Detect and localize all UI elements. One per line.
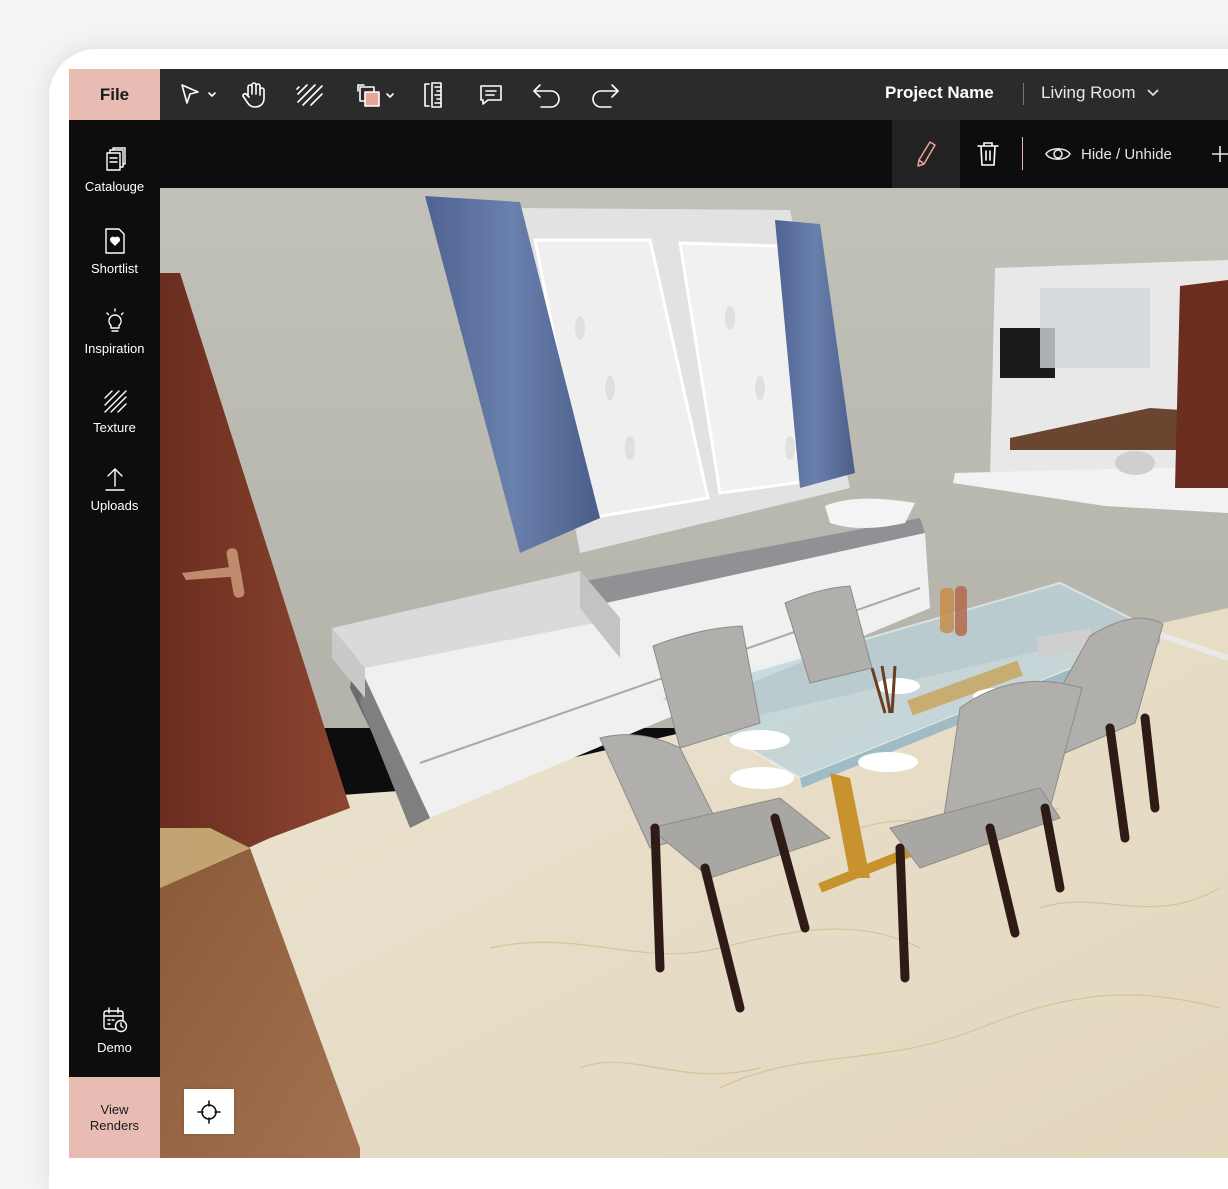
measure-tool-button[interactable] <box>421 79 445 111</box>
sidebar-item-texture[interactable]: Texture <box>69 388 160 435</box>
pan-tool-button[interactable] <box>239 79 269 111</box>
app-screen: File Project Name Living Room Hide / Unh… <box>69 69 1228 1158</box>
3d-viewport[interactable] <box>160 188 1228 1158</box>
calendar-clock-icon <box>102 1007 127 1033</box>
texture-icon <box>296 84 323 106</box>
sidebar-item-demo[interactable]: Demo <box>69 1006 160 1055</box>
sidebar-item-uploads[interactable]: Uploads <box>69 466 160 513</box>
sidebar-item-catalogue[interactable]: Catalouge <box>69 147 160 194</box>
left-sidebar: Catalouge Shortlist Inspiration Texture <box>69 120 160 1158</box>
view-renders-label-line1: View <box>100 1101 129 1117</box>
pencil-icon <box>917 141 936 167</box>
sidebar-item-label: Uploads <box>90 498 139 513</box>
hide-unhide-button[interactable]: Hide / Unhide <box>1045 120 1172 188</box>
texture-icon <box>103 390 127 413</box>
sidebar-item-label: Texture <box>93 420 136 435</box>
recenter-button[interactable] <box>184 1089 234 1134</box>
sidebar-item-label: Catalouge <box>84 179 145 194</box>
sidebar-item-label: Inspiration <box>84 341 145 356</box>
edit-button[interactable] <box>892 120 960 188</box>
room-render <box>160 188 1228 1158</box>
trash-icon <box>977 142 999 166</box>
delete-button[interactable] <box>965 120 1011 188</box>
layers-tool-button[interactable] <box>354 79 398 111</box>
shortlist-icon <box>104 228 125 254</box>
view-renders-button[interactable]: View Renders <box>69 1077 160 1158</box>
add-button[interactable] <box>1211 120 1228 188</box>
view-renders-label-line2: Renders <box>89 1117 140 1133</box>
undo-icon <box>533 84 560 108</box>
select-tool-button[interactable] <box>177 79 217 111</box>
lightbulb-icon <box>105 308 124 332</box>
hide-unhide-label: Hide / Unhide <box>1081 145 1172 163</box>
sidebar-item-inspiration[interactable]: Inspiration <box>69 307 160 356</box>
redo-icon <box>592 84 619 108</box>
divider <box>1022 137 1023 170</box>
eye-icon <box>1045 147 1071 161</box>
undo-button[interactable] <box>531 79 563 111</box>
catalogue-icon <box>105 147 126 171</box>
upload-icon <box>104 468 125 491</box>
sidebar-item-shortlist[interactable]: Shortlist <box>69 227 160 276</box>
room-selector[interactable]: Living Room <box>1041 83 1160 103</box>
crosshair-icon <box>197 1099 221 1124</box>
select-icon <box>181 84 216 104</box>
texture-tool-button[interactable] <box>294 79 326 111</box>
comment-icon <box>480 85 502 105</box>
file-menu-button[interactable]: File <box>69 69 160 120</box>
comment-tool-button[interactable] <box>477 79 505 111</box>
pan-hand-icon <box>242 82 265 108</box>
top-toolbar: File Project Name Living Room <box>69 69 1228 120</box>
sidebar-item-label: Shortlist <box>91 261 138 276</box>
divider <box>1023 83 1024 105</box>
ruler-icon <box>424 82 442 108</box>
redo-button[interactable] <box>589 79 621 111</box>
sidebar-item-label: Demo <box>97 1040 132 1055</box>
layers-icon <box>357 84 394 107</box>
plus-icon <box>1212 146 1228 162</box>
room-name: Living Room <box>1041 83 1136 102</box>
project-name[interactable]: Project Name <box>885 83 994 103</box>
chevron-down-icon <box>1146 89 1159 97</box>
